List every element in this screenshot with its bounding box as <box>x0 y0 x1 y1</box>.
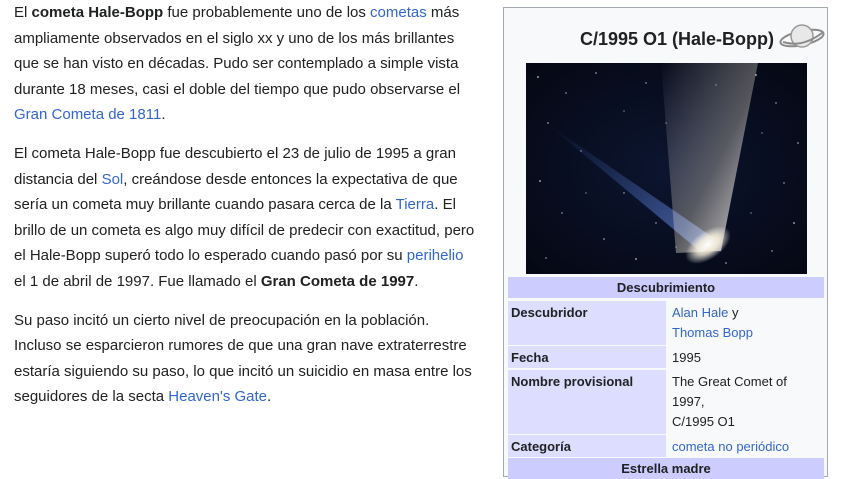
paragraph-impact: Su paso incitó un cierto nivel de preocu… <box>14 308 476 410</box>
bold-term: cometa Hale-Bopp <box>31 4 164 21</box>
planet-ringed-icon[interactable] <box>778 18 826 54</box>
row-value: The Great Comet of 1997, C/1995 O1 <box>669 370 824 434</box>
text: . <box>414 272 419 290</box>
row-descubridor: Descubridor Alan Hale y Thomas Bopp <box>508 301 824 345</box>
row-value: Alan Hale y Thomas Bopp <box>669 301 824 345</box>
link-sol[interactable]: Sol <box>102 171 124 188</box>
row-label: Nombre provisional <box>508 370 666 434</box>
text: fue probablemente uno de los <box>163 4 371 21</box>
row-value: 1995 <box>669 346 824 368</box>
section-estrella-madre: Estrella madre <box>508 458 824 479</box>
link-alan-hale[interactable]: Alan Hale <box>672 305 728 320</box>
link-heavens-gate[interactable]: Heaven's Gate <box>168 388 267 405</box>
article-body: El cometa Hale-Bopp fue probablemente un… <box>14 0 476 423</box>
link-cometa-no-periodico[interactable]: cometa no periódico <box>672 439 789 454</box>
text: The Great Comet of 1997, <box>672 374 787 409</box>
text: . <box>161 106 166 123</box>
row-fecha: Fecha 1995 <box>508 346 824 368</box>
infobox-title: C/1995 O1 (Hale-Bopp) <box>579 29 774 49</box>
link-gran-cometa-1811[interactable]: Gran Cometa de 1811 <box>14 106 161 123</box>
text: el 1 de abril de 1997. Fue llamado el <box>14 272 261 290</box>
comet-photo[interactable] <box>526 63 807 274</box>
link-perihelio[interactable]: perihelio <box>407 247 464 264</box>
infobox: C/1995 O1 (Hale-Bopp) Descubrimiento Des… <box>503 7 828 479</box>
link-cometas[interactable]: cometas <box>370 4 427 21</box>
text: . <box>267 388 272 405</box>
row-label: Descubridor <box>508 301 666 345</box>
row-label: Categoría <box>508 435 666 457</box>
link-tierra[interactable]: Tierra <box>396 196 435 213</box>
row-nombre-provisional: Nombre provisional The Great Comet of 19… <box>508 370 824 434</box>
link-thomas-bopp[interactable]: Thomas Bopp <box>672 325 753 340</box>
text: El <box>14 4 32 21</box>
row-categoria: Categoría cometa no periódico <box>508 435 824 457</box>
row-value: cometa no periódico <box>669 435 824 457</box>
paragraph-discovery: El cometa Hale-Bopp fue descubierto el 2… <box>14 141 476 294</box>
paragraph-intro: El cometa Hale-Bopp fue probablemente un… <box>14 0 476 128</box>
section-descubrimiento: Descubrimiento <box>508 277 824 298</box>
text: y <box>728 305 739 320</box>
row-label: Fecha <box>508 346 666 368</box>
text: C/1995 O1 <box>672 414 735 429</box>
bold-term: Gran Cometa de 1997 <box>260 272 415 290</box>
